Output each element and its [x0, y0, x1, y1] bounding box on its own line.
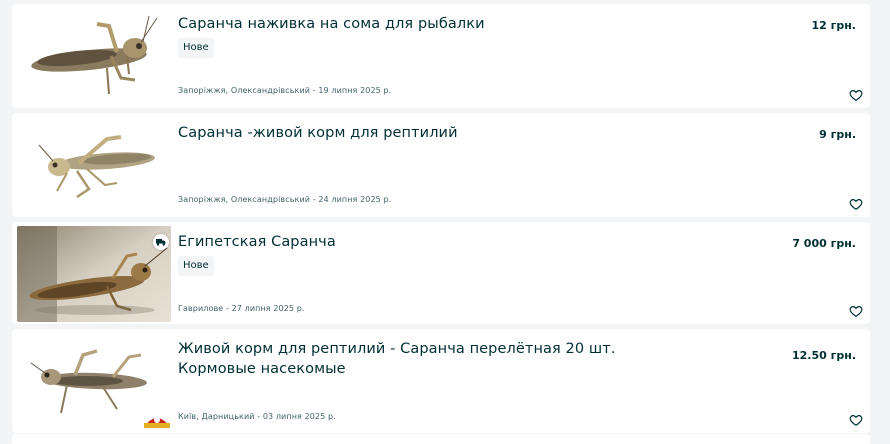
locust-image [38, 135, 155, 199]
listing-title[interactable]: Живой корм для рептилий - Саранча перелё… [178, 339, 638, 379]
listing-title[interactable]: Египетская Саранча [178, 232, 638, 252]
listing-price: 9 грн. [819, 128, 856, 141]
listing-location-date: Гаврилове - 27 липня 2025 р. [178, 304, 305, 313]
truck-icon [153, 234, 169, 250]
heart-outline-icon[interactable] [849, 88, 863, 102]
listing-thumbnail[interactable] [17, 117, 171, 213]
listing-thumbnail[interactable] [17, 8, 171, 104]
heart-outline-icon[interactable] [849, 197, 863, 211]
condition-badge: Нове [178, 256, 214, 276]
listing-location-date: Запоріжжя, Олександрівський - 24 липня 2… [178, 195, 392, 204]
listing-price: 12 грн. [811, 19, 856, 32]
listing-card[interactable]: Саранча наживка на сома для рыбалки Нове… [12, 4, 870, 108]
listing-title[interactable]: Саранча наживка на сома для рыбалки [178, 14, 638, 34]
listing-price: 7 000 грн. [792, 237, 856, 250]
next-listing-card-edge [12, 434, 870, 444]
locust-image [31, 15, 158, 95]
shop-logo [144, 417, 170, 428]
listing-price: 12.50 грн. [791, 349, 856, 362]
listing-card[interactable]: Саранча -живой корм для рептилий Запоріж… [12, 113, 870, 217]
listing-card[interactable]: Египетская Саранча Нове Гаврилове - 27 л… [12, 222, 870, 324]
listing-thumbnail[interactable] [17, 226, 171, 322]
locust-photo [17, 226, 171, 322]
listing-card[interactable]: Живой корм для рептилий - Саранча перелё… [12, 329, 870, 433]
listing-title[interactable]: Саранча -живой корм для рептилий [178, 123, 638, 143]
heart-outline-icon[interactable] [849, 413, 863, 427]
listing-location-date: Київ, Дарницький - 03 липня 2025 р. [178, 412, 336, 421]
condition-badge: Нове [178, 38, 214, 58]
heart-outline-icon[interactable] [849, 304, 863, 318]
listing-location-date: Запоріжжя, Олександрівський - 19 липня 2… [178, 86, 392, 95]
listing-thumbnail[interactable] [17, 333, 171, 429]
